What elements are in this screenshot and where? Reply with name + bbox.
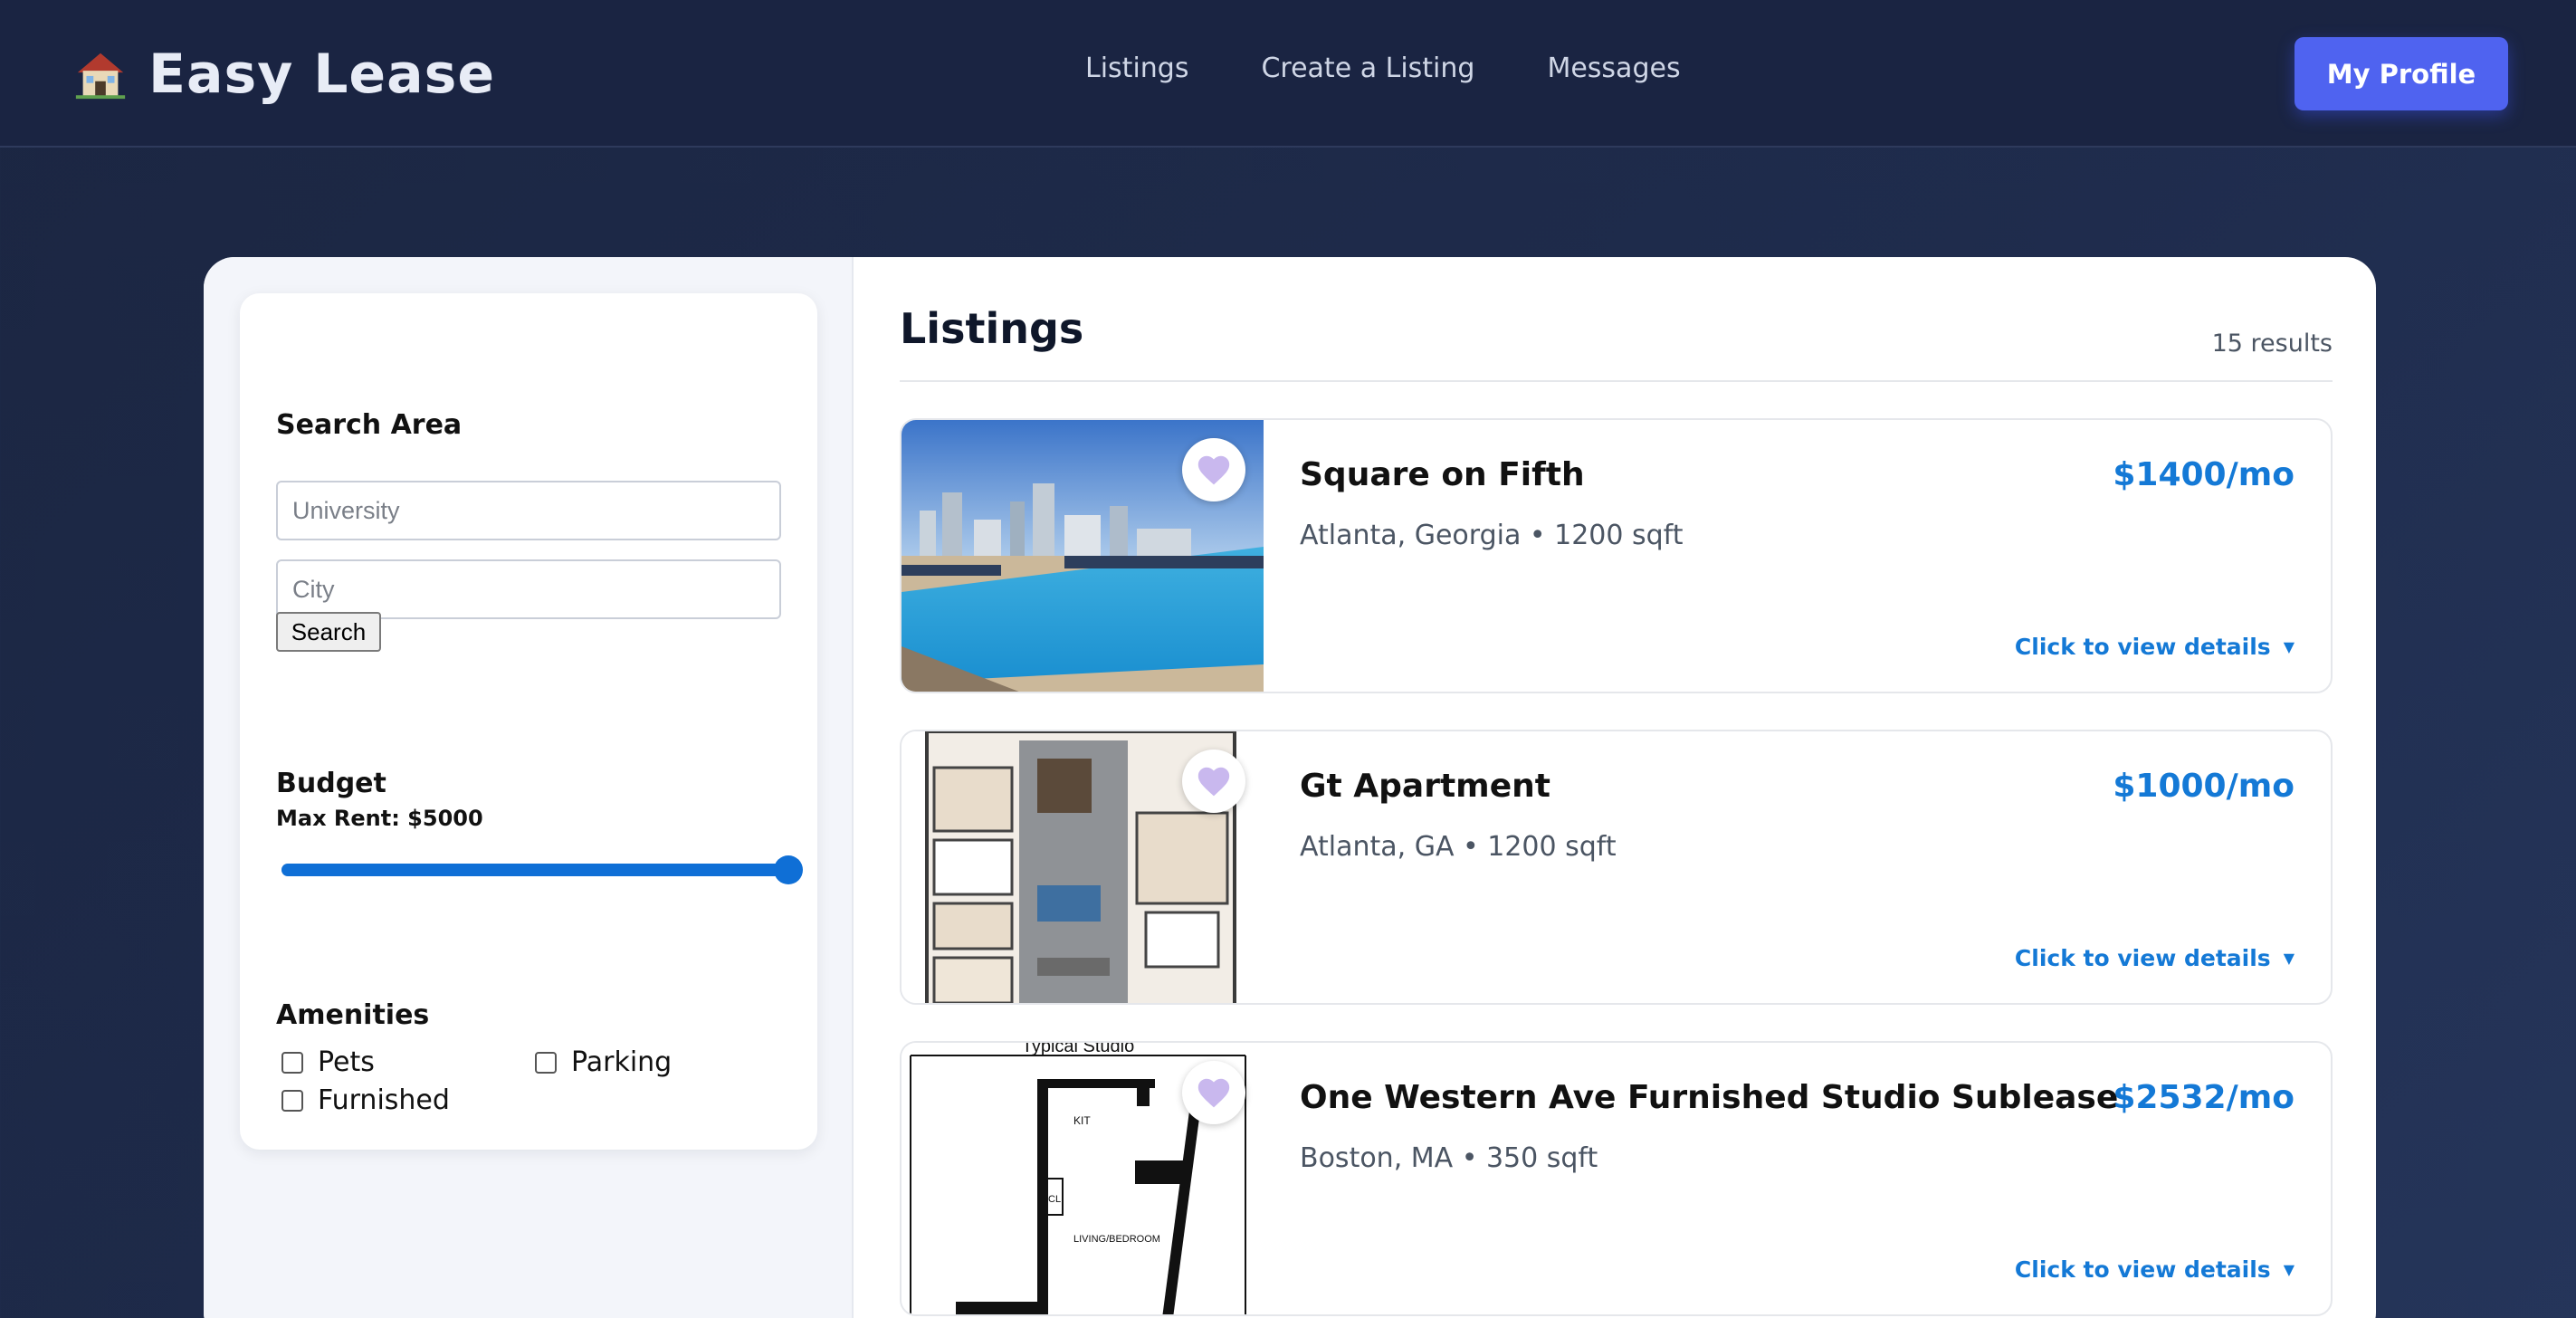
amenity-pets[interactable]: Pets [281,1046,375,1078]
furnished-label: Furnished [318,1084,450,1116]
plan-label-kit: KIT [1073,1114,1091,1127]
favorite-button[interactable] [1182,1061,1245,1124]
view-details-label: Click to view details [2014,945,2271,971]
heart-icon [1197,1078,1230,1108]
view-details-link[interactable]: Click to view details ▼ [2015,945,2295,971]
search-button[interactable]: Search [276,612,381,652]
view-details-link[interactable]: Click to view details ▼ [2015,1256,2295,1283]
main-panel: Search Area Search Budget Max Rent: $500… [204,257,2376,1318]
amenities-title: Amenities [276,999,430,1031]
listing-title: Square on Fifth [1300,456,1585,493]
listing-title: Gt Apartment [1300,768,1550,805]
plan-label-living: LIVING/BEDROOM [1073,1234,1160,1245]
house-icon [75,53,126,100]
budget-title: Budget [276,768,386,799]
view-details-label: Click to view details [2014,634,2271,660]
city-input[interactable] [276,559,781,619]
search-area-title: Search Area [276,409,463,441]
plan-caption: Typical Studio [1022,1043,1135,1056]
listing-card[interactable]: Gt Apartment $1000/mo Atlanta, GA • 1200… [900,730,2333,1005]
listing-meta: Boston, MA • 350 sqft [1300,1142,1598,1174]
nav-messages[interactable]: Messages [1547,53,1680,84]
university-input[interactable] [276,481,781,540]
max-rent-label: Max Rent: $5000 [276,806,483,831]
listings-divider [900,380,2333,382]
result-count: 15 results [2211,330,2333,358]
parking-checkbox[interactable] [535,1051,557,1074]
listing-card[interactable]: Typical Studio KIT CL LIVING/BEDROOM One… [900,1041,2333,1316]
caret-down-icon: ▼ [2283,950,2295,967]
caret-down-icon: ▼ [2283,1261,2295,1278]
pets-label: Pets [318,1046,375,1078]
listing-meta: Atlanta, GA • 1200 sqft [1300,831,1617,863]
plan-label-cl: CL [1048,1194,1061,1205]
favorite-button[interactable] [1182,750,1245,813]
listing-title: One Western Ave Furnished Studio Subleas… [1300,1079,2119,1116]
brand[interactable]: Easy Lease [72,40,495,109]
view-details-link[interactable]: Click to view details ▼ [2015,634,2295,660]
furnished-checkbox[interactable] [281,1089,303,1112]
listing-meta: Atlanta, Georgia • 1200 sqft [1300,520,1684,551]
caret-down-icon: ▼ [2283,638,2295,655]
main-nav: Listings Create a Listing Messages [1085,53,1681,84]
listings-title: Listings [900,304,1084,353]
nav-listings[interactable]: Listings [1085,53,1188,84]
my-profile-button[interactable]: My Profile [2295,37,2508,110]
top-navbar: Easy Lease Listings Create a Listing Mes… [0,0,2576,148]
pets-checkbox[interactable] [281,1051,303,1074]
amenity-furnished[interactable]: Furnished [281,1084,450,1116]
filter-card: Search Area Search Budget Max Rent: $500… [240,293,817,1150]
view-details-label: Click to view details [2014,1256,2271,1283]
amenity-parking[interactable]: Parking [535,1046,672,1078]
heart-icon [1197,455,1230,485]
listing-price: $2532/mo [2113,1079,2295,1116]
slider-thumb[interactable] [774,855,803,884]
listing-card[interactable]: Square on Fifth $1400/mo Atlanta, Georgi… [900,418,2333,693]
favorite-button[interactable] [1182,438,1245,501]
heart-icon [1197,767,1230,797]
listing-price: $1000/mo [2113,768,2295,805]
listing-price: $1400/mo [2113,456,2295,493]
slider-fill [281,864,788,876]
max-rent-slider[interactable] [281,855,803,884]
brand-name: Easy Lease [148,43,496,106]
parking-label: Parking [571,1046,673,1078]
nav-create-listing[interactable]: Create a Listing [1261,53,1474,84]
